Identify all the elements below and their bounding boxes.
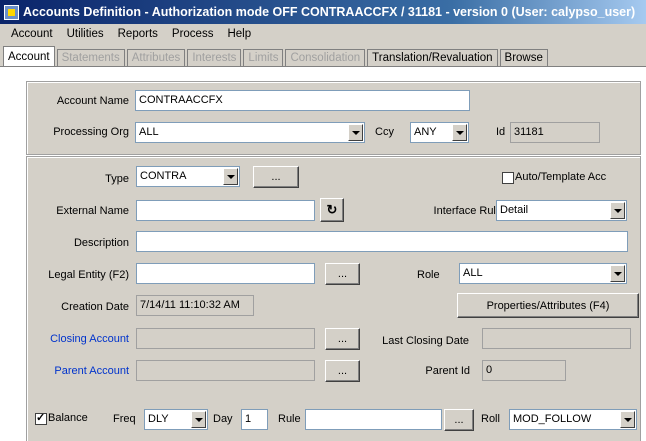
- day-field[interactable]: 1: [241, 409, 268, 430]
- external-name-field[interactable]: [136, 200, 315, 221]
- window-title: Accounts Definition - Authorization mode…: [23, 5, 636, 19]
- chevron-down-icon[interactable]: [610, 202, 625, 219]
- rule-label: Rule: [278, 413, 301, 425]
- menu-process[interactable]: Process: [165, 28, 221, 40]
- ccy-label: Ccy: [375, 126, 394, 138]
- account-name-label: Account Name: [56, 95, 129, 107]
- refresh-icon: ↻: [326, 202, 338, 217]
- external-name-label: External Name: [56, 205, 129, 217]
- tab-attributes[interactable]: Attributes: [126, 49, 186, 67]
- last-closing-date-label: Last Closing Date: [382, 335, 469, 347]
- interface-rule-select[interactable]: Detail: [496, 200, 627, 221]
- menu-help[interactable]: Help: [220, 28, 258, 40]
- last-closing-date-field: [482, 328, 631, 349]
- day-label: Day: [213, 413, 233, 425]
- creation-date-field: 7/14/11 11:10:32 AM: [136, 295, 254, 316]
- app-icon: [4, 4, 19, 20]
- ccy-select[interactable]: ANY: [410, 122, 469, 143]
- parent-account-field: [136, 360, 315, 381]
- type-value: CONTRA: [140, 170, 187, 182]
- tab-limits[interactable]: Limits: [243, 49, 284, 67]
- balance-checkbox[interactable]: [35, 411, 47, 425]
- closing-account-browse-button[interactable]: ...: [325, 328, 360, 350]
- tab-content: Account Name CONTRAACCFX Processing Org …: [0, 66, 646, 441]
- menu-reports[interactable]: Reports: [111, 28, 165, 40]
- legal-entity-field[interactable]: [136, 263, 315, 284]
- freq-select[interactable]: DLY: [144, 409, 208, 430]
- chevron-down-icon[interactable]: [452, 124, 467, 141]
- interface-rule-value: Detail: [500, 204, 529, 216]
- tab-interests[interactable]: Interests: [187, 49, 242, 67]
- chevron-down-icon[interactable]: [610, 265, 625, 282]
- chevron-down-icon[interactable]: [620, 411, 635, 428]
- parent-account-browse-button[interactable]: ...: [325, 360, 360, 382]
- auto-template-checkbox[interactable]: [502, 172, 514, 184]
- rule-browse-button[interactable]: ...: [444, 409, 474, 431]
- tab-statements[interactable]: Statements: [56, 49, 125, 67]
- refresh-button[interactable]: ↻: [320, 198, 344, 222]
- tab-translation-revaluation[interactable]: Translation/Revaluation: [367, 49, 498, 67]
- chevron-down-icon[interactable]: [348, 124, 363, 141]
- roll-value: MOD_FOLLOW: [513, 413, 592, 425]
- parent-id-field: 0: [482, 360, 566, 381]
- menu-bar: Account Utilities Reports Process Help: [0, 24, 646, 44]
- description-field[interactable]: [136, 231, 628, 252]
- parent-id-label: Parent Id: [425, 365, 470, 377]
- interface-rule-label: Interface Rule: [433, 205, 502, 217]
- role-value: ALL: [463, 267, 483, 279]
- tab-account[interactable]: Account: [3, 46, 55, 67]
- type-browse-button[interactable]: ...: [253, 166, 299, 188]
- freq-value: DLY: [148, 413, 169, 425]
- freq-label: Freq: [113, 413, 136, 425]
- account-name-field[interactable]: CONTRAACCFX: [135, 90, 470, 111]
- chevron-down-icon[interactable]: [223, 168, 238, 185]
- tab-strip: Account Statements Attributes Interests …: [3, 45, 550, 67]
- parent-account-link[interactable]: Parent Account: [30, 365, 129, 377]
- menu-account[interactable]: Account: [4, 28, 60, 40]
- processing-org-value: ALL: [139, 126, 159, 138]
- role-select[interactable]: ALL: [459, 263, 627, 284]
- type-label: Type: [105, 173, 129, 185]
- id-label: Id: [496, 126, 506, 138]
- tab-browse[interactable]: Browse: [499, 49, 548, 67]
- chevron-down-icon[interactable]: [191, 411, 206, 428]
- legal-entity-browse-button[interactable]: ...: [325, 263, 360, 285]
- description-label: Description: [73, 237, 129, 249]
- tab-consolidation[interactable]: Consolidation: [285, 49, 366, 67]
- properties-attributes-button[interactable]: Properties/Attributes (F4): [457, 293, 639, 318]
- legal-entity-label: Legal Entity (F2): [48, 269, 129, 281]
- closing-account-field: [136, 328, 315, 349]
- closing-account-link[interactable]: Closing Account: [30, 333, 129, 345]
- ccy-value: ANY: [414, 126, 437, 138]
- processing-org-label: Processing Org: [53, 126, 129, 138]
- roll-select[interactable]: MOD_FOLLOW: [509, 409, 637, 430]
- title-bar: Accounts Definition - Authorization mode…: [0, 0, 646, 24]
- menu-utilities[interactable]: Utilities: [60, 28, 111, 40]
- roll-label: Roll: [481, 413, 500, 425]
- type-select[interactable]: CONTRA: [136, 166, 240, 187]
- rule-field[interactable]: [305, 409, 442, 430]
- balance-label: Balance: [48, 412, 88, 424]
- auto-template-label: Auto/Template Acc: [515, 171, 607, 183]
- id-field: 31181: [510, 122, 600, 143]
- role-label: Role: [417, 269, 440, 281]
- creation-date-label: Creation Date: [61, 301, 129, 313]
- processing-org-select[interactable]: ALL: [135, 122, 365, 143]
